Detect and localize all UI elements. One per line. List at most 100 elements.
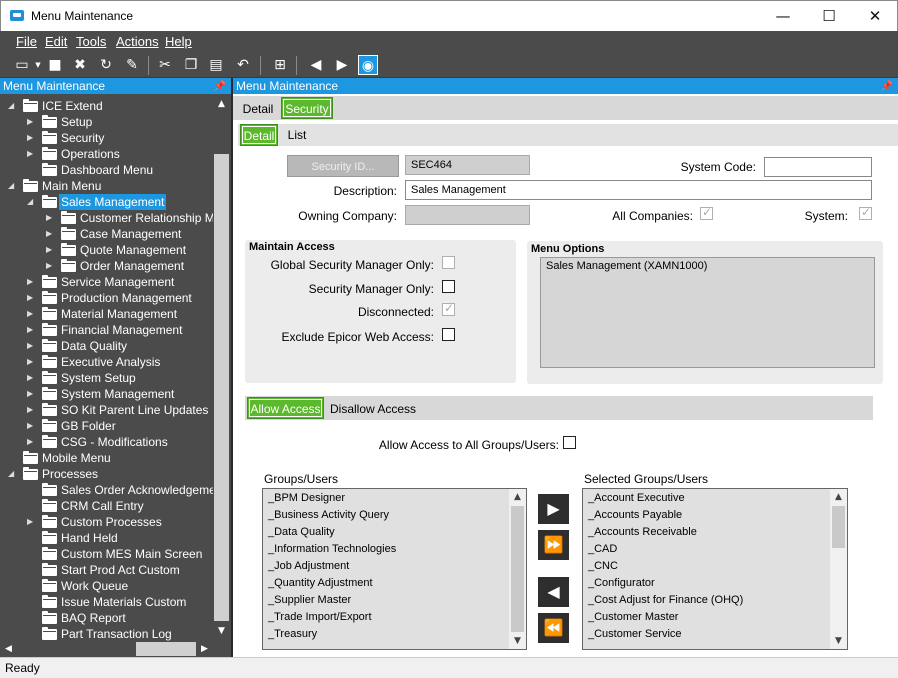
scroll-up-icon[interactable]: ▲ [509,489,526,505]
list-item[interactable]: _Cost Adjust for Finance (OHQ) [588,592,743,609]
tree-item[interactable]: ▶ Quote Management [0,242,213,258]
expand-icon[interactable]: ▶ [27,370,37,386]
menu-file[interactable]: File [16,34,37,49]
save-icon[interactable]: ■ [45,55,65,75]
menu-help[interactable]: Help [165,34,192,49]
maximize-button[interactable]: ☐ [806,1,852,32]
list-item[interactable]: _Treasury [268,626,317,643]
exclude-web-checkbox[interactable] [442,328,455,341]
system-code-field[interactable] [764,157,872,177]
menu-actions[interactable]: Actions [116,34,159,49]
tree-item[interactable]: ▶ Service Management [0,274,213,290]
collapse-icon[interactable]: ◢ [8,98,18,114]
delete-icon[interactable]: ✖ [70,55,90,75]
tree-item[interactable]: Mobile Menu [0,450,213,466]
list-item[interactable]: _CAD [588,541,617,558]
security-id-field[interactable]: SEC464 [405,155,530,175]
tree-item[interactable]: CRM Call Entry [0,498,213,514]
expand-icon[interactable]: ▶ [27,514,37,530]
tree-item[interactable]: ▶ System Setup [0,370,213,386]
tree-item[interactable]: ▶ Operations [0,146,213,162]
clear-icon[interactable]: ✎ [122,55,142,75]
expand-icon[interactable]: ▶ [46,210,56,226]
expand-icon[interactable]: ▶ [46,242,56,258]
tree-item[interactable]: ▶ Material Management [0,306,213,322]
expand-icon[interactable]: ▶ [46,226,56,242]
tree-item[interactable]: BAQ Report [0,610,213,626]
minimize-button[interactable]: — [760,1,806,32]
security-id-button[interactable]: Security ID... [287,155,399,177]
expand-icon[interactable]: ▶ [27,322,37,338]
tree-item[interactable]: ▶ Executive Analysis [0,354,213,370]
expand-icon[interactable]: ▶ [46,258,56,274]
tree-item[interactable]: ▶ Security [0,130,213,146]
menu-edit[interactable]: Edit [45,34,67,49]
collapse-icon[interactable]: ◢ [8,466,18,482]
tree-item[interactable]: ▶ Data Quality [0,338,213,354]
expand-icon[interactable]: ▶ [27,114,37,130]
refresh-icon[interactable]: ↻ [96,55,116,75]
tab-detail[interactable]: Detail [238,98,278,120]
disconnected-checkbox[interactable] [442,301,455,316]
owning-company-field[interactable] [405,205,530,225]
expand-icon[interactable]: ▶ [27,386,37,402]
expand-icon[interactable]: ▶ [27,338,37,354]
expand-icon[interactable]: ▶ [27,434,37,450]
tree-item[interactable]: Issue Materials Custom [0,594,213,610]
scroll-thumb[interactable] [832,506,845,548]
tree-item[interactable]: ▶ Order Management [0,258,213,274]
tree-item[interactable]: ▶ Case Management [0,226,213,242]
menu-tools[interactable]: Tools [76,34,106,49]
forward-icon[interactable]: ▶ [332,55,352,75]
home-icon[interactable]: ◉ [358,55,378,75]
collapse-icon[interactable]: ◢ [8,178,18,194]
scroll-up-icon[interactable]: ▲ [830,489,847,505]
subtab-list[interactable]: List [282,124,312,146]
expand-icon[interactable]: ▶ [27,418,37,434]
scroll-thumb[interactable] [511,506,524,632]
tree-item[interactable]: ◢ Sales Management [0,194,213,210]
list-item[interactable]: _Supplier Master [268,592,351,609]
undo-icon[interactable]: ↶ [233,55,253,75]
expand-icon[interactable]: ▶ [27,306,37,322]
scroll-down-icon[interactable]: ▼ [509,633,526,649]
tree-item[interactable]: ▶ Financial Management [0,322,213,338]
add-all-button[interactable]: ⏩ [538,530,569,560]
scroll-down-icon[interactable]: ▼ [830,633,847,649]
tree-item[interactable]: ▶ System Management [0,386,213,402]
list-item[interactable]: _Account Executive [588,490,685,507]
description-field[interactable]: Sales Management [405,180,872,200]
collapse-icon[interactable]: ◢ [27,194,37,210]
list-item[interactable]: _BPM Designer [268,490,345,507]
paste-icon[interactable]: ▤ [206,55,226,75]
tree-horizontal-scrollbar[interactable]: ◀ ▶ [0,641,213,657]
groups-scrollbar[interactable]: ▲ ▼ [509,489,526,649]
tree-item[interactable]: ▶ Customer Relationship M [0,210,215,226]
list-item[interactable]: _Trade Import/Export [268,609,372,626]
expand-icon[interactable]: ▶ [27,290,37,306]
tree-item[interactable]: Sales Order Acknowledgeme [0,482,216,498]
tree-item[interactable]: ▶ SO Kit Parent Line Updates [0,402,213,418]
tab-allow-access[interactable]: Allow Access [247,397,324,419]
add-selected-button[interactable]: ▶ [538,494,569,524]
tree-item[interactable]: Custom MES Main Screen [0,546,213,562]
tree-item[interactable]: ◢ Main Menu [0,178,213,194]
expand-icon[interactable]: ▶ [27,146,37,162]
list-item[interactable]: _Accounts Payable [588,507,682,524]
list-item[interactable]: _Accounts Receivable [588,524,697,541]
scroll-thumb[interactable] [214,154,229,621]
list-item[interactable]: _Configurator [588,575,655,592]
list-item[interactable]: _Customer Service [588,626,682,643]
allow-all-checkbox[interactable] [563,436,576,449]
scroll-down-icon[interactable]: ▼ [213,623,230,639]
tab-disallow-access[interactable]: Disallow Access [329,398,417,420]
tree-item[interactable]: Hand Held [0,530,213,546]
groups-list[interactable]: _BPM Designer _Business Activity Query _Da… [262,488,527,650]
selected-scrollbar[interactable]: ▲ ▼ [830,489,847,649]
tree-item[interactable]: ◢ Processes [0,466,213,482]
expand-icon[interactable]: ▶ [27,402,37,418]
subtab-detail[interactable]: Detail [240,124,278,146]
list-item[interactable]: _CNC [588,558,618,575]
tree-item[interactable]: ▶ GB Folder [0,418,213,434]
tree-item[interactable]: Dashboard Menu [0,162,213,178]
